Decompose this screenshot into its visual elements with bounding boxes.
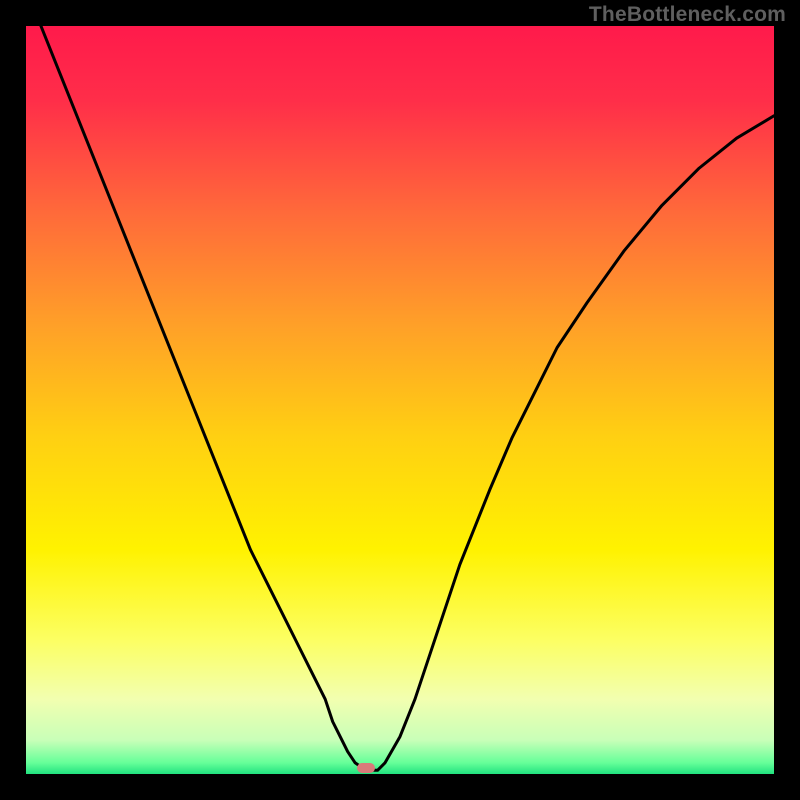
watermark-text: TheBottleneck.com (589, 3, 786, 27)
chart-frame: TheBottleneck.com (0, 0, 800, 800)
curve-line (26, 26, 774, 774)
minimum-marker (357, 763, 375, 773)
plot-area (26, 26, 774, 774)
